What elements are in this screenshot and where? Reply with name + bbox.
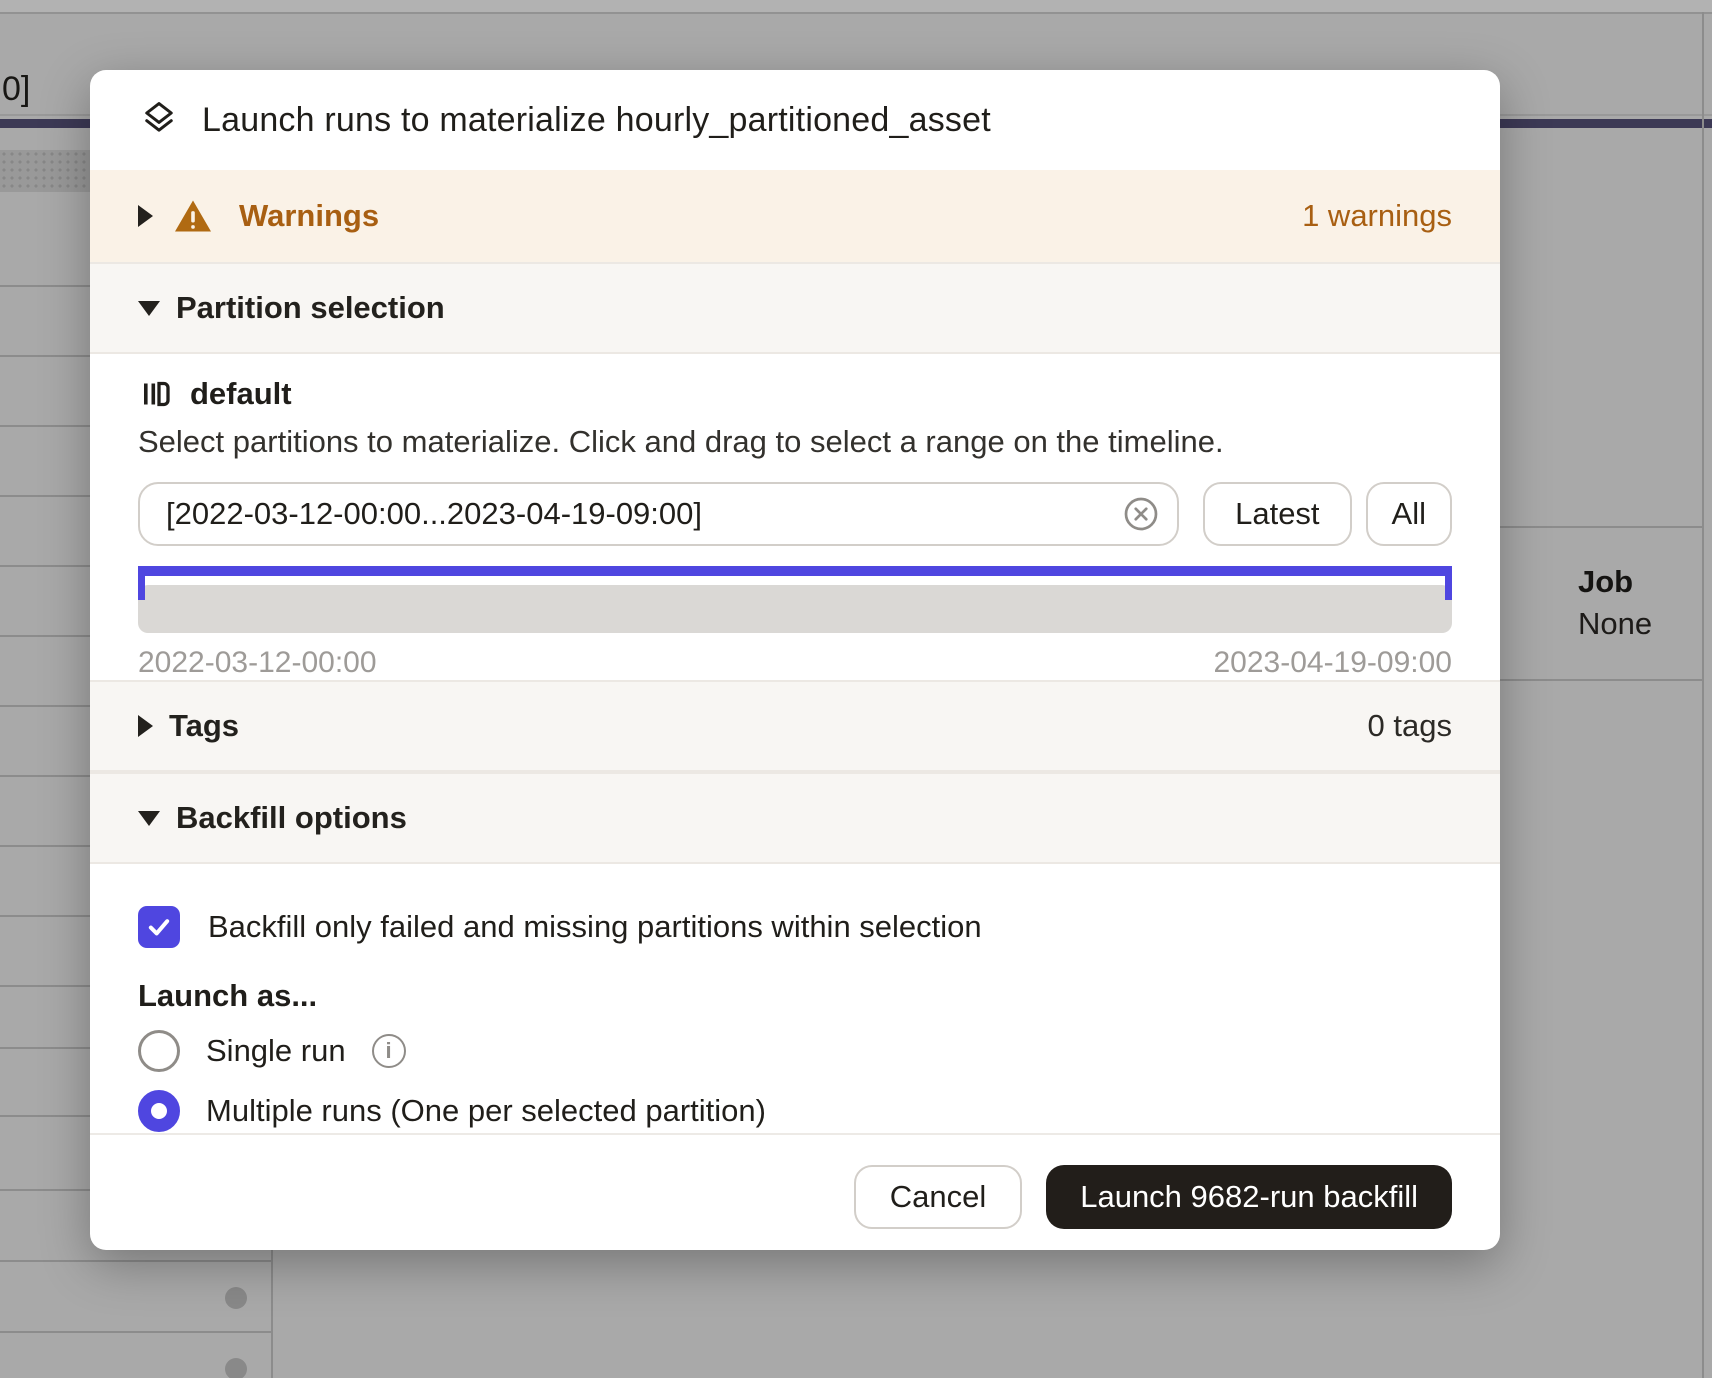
partition-selection-title: Partition selection bbox=[176, 290, 445, 326]
single-run-radio[interactable] bbox=[138, 1030, 180, 1072]
screen: 0] Job None bbox=[0, 0, 1712, 1378]
chevron-down-icon bbox=[138, 301, 160, 316]
tags-title: Tags bbox=[169, 708, 239, 744]
cancel-button[interactable]: Cancel bbox=[854, 1165, 1023, 1229]
layers-diamond-icon bbox=[138, 99, 180, 141]
backfill-checkbox-label: Backfill only failed and missing partiti… bbox=[208, 909, 982, 945]
warnings-section-header[interactable]: Warnings 1 warnings bbox=[90, 170, 1500, 262]
checkmark-icon bbox=[145, 913, 173, 941]
warning-triangle-icon bbox=[173, 198, 213, 234]
partition-range-labels: 2022-03-12-00:00 2023-04-19-09:00 bbox=[138, 646, 1452, 680]
dimension-name: default bbox=[190, 376, 292, 412]
circle-x-clear-icon[interactable] bbox=[1123, 496, 1159, 532]
range-start-label: 2022-03-12-00:00 bbox=[138, 646, 377, 680]
warnings-count: 1 warnings bbox=[1302, 198, 1452, 234]
backfill-checkbox-row: Backfill only failed and missing partiti… bbox=[138, 906, 1452, 948]
all-button[interactable]: All bbox=[1366, 482, 1452, 546]
warnings-label: Warnings bbox=[239, 198, 379, 234]
partition-selection-description: Select partitions to materialize. Click … bbox=[138, 424, 1452, 460]
tags-section-header[interactable]: Tags 0 tags bbox=[90, 680, 1500, 772]
dialog-title: Launch runs to materialize hourly_partit… bbox=[202, 101, 991, 140]
launch-as-label: Launch as... bbox=[138, 978, 1452, 1014]
partition-selection-section-header[interactable]: Partition selection bbox=[90, 262, 1500, 354]
backfill-options-section-header[interactable]: Backfill options bbox=[90, 772, 1500, 864]
dimension-row: default bbox=[138, 376, 1452, 412]
backfill-options-body: Backfill only failed and missing partiti… bbox=[90, 864, 1500, 1133]
partition-selection-range-indicator bbox=[138, 566, 1452, 576]
tags-count: 0 tags bbox=[1368, 708, 1452, 744]
backfill-options-title: Backfill options bbox=[176, 800, 407, 836]
multiple-runs-option-row: Multiple runs (One per selected partitio… bbox=[138, 1088, 1452, 1134]
partition-selection-body: default Select partitions to materialize… bbox=[90, 354, 1500, 680]
chevron-right-icon bbox=[138, 205, 153, 227]
chevron-right-icon bbox=[138, 715, 153, 737]
backfill-only-failed-checkbox[interactable] bbox=[138, 906, 180, 948]
partition-range-input[interactable] bbox=[138, 482, 1179, 546]
single-run-label: Single run bbox=[206, 1033, 346, 1069]
latest-button[interactable]: Latest bbox=[1203, 482, 1351, 546]
dialog-footer: Cancel Launch 9682-run backfill bbox=[90, 1133, 1500, 1250]
partition-timeline[interactable] bbox=[138, 585, 1452, 633]
multiple-runs-label: Multiple runs (One per selected partitio… bbox=[206, 1093, 766, 1129]
partition-range-input-wrap bbox=[138, 482, 1179, 546]
partition-bars-icon bbox=[138, 376, 174, 412]
dialog-header: Launch runs to materialize hourly_partit… bbox=[90, 70, 1500, 170]
multiple-runs-radio[interactable] bbox=[138, 1090, 180, 1132]
range-end-label: 2023-04-19-09:00 bbox=[1213, 646, 1452, 680]
chevron-down-icon bbox=[138, 811, 160, 826]
partition-range-row: Latest All bbox=[138, 482, 1452, 546]
launch-backfill-button[interactable]: Launch 9682-run backfill bbox=[1046, 1165, 1452, 1229]
info-circle-icon[interactable]: i bbox=[372, 1034, 406, 1068]
single-run-option-row: Single run i bbox=[138, 1028, 1452, 1074]
launch-backfill-dialog: Launch runs to materialize hourly_partit… bbox=[90, 70, 1500, 1250]
